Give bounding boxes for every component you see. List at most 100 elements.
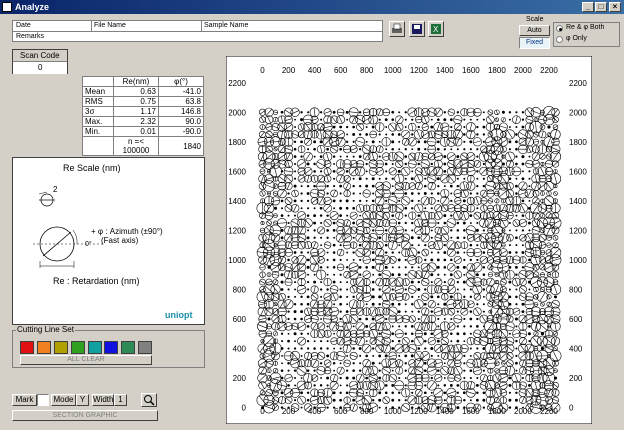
y-tick-label-right: 1400 <box>569 197 587 206</box>
data-point <box>528 325 531 328</box>
data-point <box>423 391 427 395</box>
cutting-color-gray[interactable] <box>138 341 152 354</box>
data-point <box>528 155 531 158</box>
data-point <box>430 391 433 394</box>
data-point <box>404 399 407 402</box>
width-value[interactable]: 1 <box>114 394 127 406</box>
data-point <box>508 126 511 129</box>
data-point <box>313 214 317 218</box>
data-point <box>359 354 362 357</box>
data-point <box>424 288 427 291</box>
data-point <box>521 162 525 166</box>
cutting-color-blue[interactable] <box>104 341 118 354</box>
data-point <box>430 236 433 239</box>
x-tick-label-top: 0 <box>260 66 265 75</box>
close-button[interactable]: × <box>609 2 621 12</box>
data-point <box>508 406 512 409</box>
data-point <box>300 347 303 350</box>
data-point <box>463 340 466 343</box>
data-point <box>476 347 479 350</box>
data-point <box>391 302 395 306</box>
data-point <box>345 206 349 210</box>
data-point <box>423 302 427 306</box>
data-point <box>528 258 531 262</box>
magnifier-icon[interactable] <box>141 393 157 407</box>
data-point <box>528 288 531 291</box>
data-point <box>339 214 343 218</box>
cutting-color-orange[interactable] <box>37 341 51 354</box>
data-point <box>307 207 310 210</box>
section-graphic-button[interactable]: SECTION GRAPHIC <box>12 410 158 421</box>
data-point <box>280 391 284 395</box>
data-point <box>476 118 479 121</box>
data-point <box>515 273 518 276</box>
scale-auto-button[interactable]: Auto <box>519 25 550 36</box>
data-point <box>391 118 395 121</box>
cutting-color-seagreen[interactable] <box>121 341 135 354</box>
data-point <box>463 140 466 143</box>
data-point <box>404 229 407 232</box>
maximize-button[interactable]: □ <box>595 2 607 12</box>
rms-phi: 63.8 <box>158 96 204 107</box>
data-point <box>515 192 518 195</box>
data-point <box>443 155 447 158</box>
data-point <box>515 229 518 232</box>
data-point <box>287 317 290 321</box>
data-point <box>527 221 531 225</box>
scale-fixed-button[interactable]: Fixed <box>519 37 550 49</box>
cutting-color-teal[interactable] <box>88 341 102 354</box>
data-point <box>280 110 284 114</box>
data-point <box>482 125 486 129</box>
data-point <box>385 126 388 129</box>
data-point <box>313 140 317 144</box>
data-point <box>482 406 485 409</box>
data-point <box>521 251 525 254</box>
radio-both[interactable] <box>556 25 563 32</box>
mark-field[interactable] <box>37 394 49 406</box>
data-point <box>482 273 486 276</box>
all-clear-button[interactable]: ALL CLEAR <box>20 355 152 365</box>
mode-value[interactable]: Y <box>76 394 89 406</box>
radio-phi-only[interactable] <box>556 36 563 43</box>
retardation-map-plot[interactable]: 0 0 200 200 400 400 600 600 800 800 1000 1000 1200 12… <box>226 56 592 424</box>
data-point <box>326 347 329 350</box>
cutting-color-olive[interactable] <box>54 341 68 354</box>
data-point <box>443 148 446 151</box>
data-point <box>391 251 394 254</box>
data-point <box>436 258 440 262</box>
data-point <box>378 332 381 335</box>
data-point <box>450 236 453 239</box>
data-point <box>482 391 486 395</box>
save-icon[interactable] <box>409 21 425 37</box>
data-point <box>365 391 368 394</box>
data-point <box>521 406 524 409</box>
data-point <box>515 140 518 144</box>
data-point <box>313 236 316 239</box>
data-point <box>287 332 290 335</box>
data-point <box>476 258 479 262</box>
data-point <box>456 384 460 387</box>
data-point <box>482 303 485 306</box>
cutting-color-red[interactable] <box>20 341 34 354</box>
minimize-button[interactable]: _ <box>582 2 594 12</box>
data-point <box>359 258 362 262</box>
data-point <box>430 207 433 210</box>
data-point <box>280 199 284 203</box>
printer-icon[interactable] <box>389 21 405 37</box>
y-tick-label-left: 2000 <box>228 108 246 117</box>
data-point <box>430 376 433 380</box>
cutting-color-green[interactable] <box>71 341 85 354</box>
data-point <box>352 192 355 195</box>
excel-icon[interactable]: X <box>428 21 444 37</box>
data-point <box>313 340 316 343</box>
data-point <box>333 347 336 350</box>
data-point <box>313 184 316 188</box>
y-tick-label-left: 200 <box>233 374 247 383</box>
data-point <box>443 111 447 114</box>
data-point <box>365 354 368 358</box>
data-point <box>410 354 414 358</box>
data-point <box>378 362 381 365</box>
data-point <box>398 406 401 409</box>
data-point <box>384 251 388 254</box>
3sigma-re: 1.17 <box>113 106 159 117</box>
